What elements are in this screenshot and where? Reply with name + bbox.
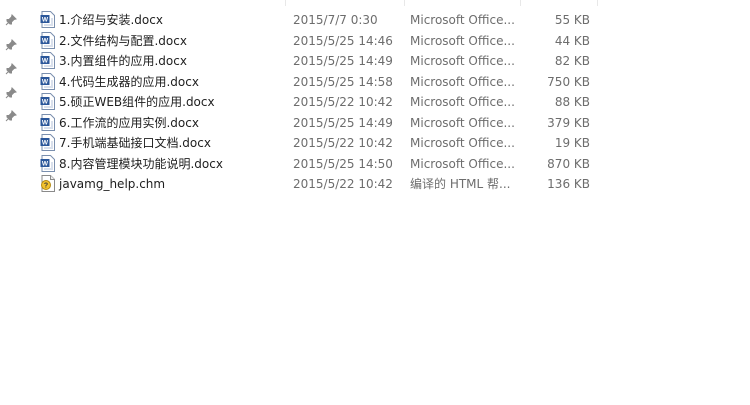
file-date: 2015/5/22 10:42 (293, 95, 393, 109)
word-doc-icon: W (40, 93, 55, 110)
file-type: Microsoft Office... (410, 156, 515, 171)
file-type: Microsoft Office... (410, 95, 515, 109)
file-date: 2015/7/7 0:30 (293, 13, 378, 27)
file-row[interactable]: W 1.介绍与安装.docx 2015/7/7 0:30 Microsoft O… (0, 10, 750, 31)
column-divider[interactable] (285, 0, 286, 6)
word-doc-icon: W (40, 154, 55, 172)
svg-text:W: W (42, 160, 49, 167)
file-size: 19 KB (554, 136, 590, 150)
file-type: Microsoft Office... (410, 33, 515, 48)
file-name: 6.工作流的应用实例.docx (59, 115, 199, 130)
file-date: 2015/5/22 10:42 (293, 136, 393, 150)
file-type: Microsoft Office... (410, 74, 515, 89)
svg-text:?: ? (44, 183, 48, 190)
column-divider[interactable] (597, 0, 598, 6)
file-type: Microsoft Office... (410, 13, 515, 27)
file-size: 136 KB (547, 177, 590, 191)
file-list: W 1.介绍与安装.docx 2015/7/7 0:30 Microsoft O… (0, 10, 750, 195)
file-type: 编译的 HTML 帮... (410, 177, 511, 191)
svg-text:W: W (42, 58, 49, 65)
file-type: Microsoft Office... (410, 54, 515, 68)
svg-text:W: W (42, 37, 49, 44)
file-date: 2015/5/25 14:49 (293, 115, 393, 130)
word-doc-icon: W (40, 113, 55, 131)
file-name: 5.硕正WEB组件的应用.docx (59, 95, 215, 109)
file-row[interactable]: W 4.代码生成器的应用.docx 2015/5/25 14:58 Micros… (0, 72, 750, 93)
file-name: 1.介绍与安装.docx (59, 13, 163, 27)
file-name: 2.文件结构与配置.docx (59, 33, 187, 48)
file-name: 4.代码生成器的应用.docx (59, 74, 199, 89)
file-size: 44 KB (554, 33, 590, 48)
svg-text:W: W (42, 78, 49, 85)
file-size: 750 KB (547, 74, 590, 89)
file-size: 870 KB (547, 156, 590, 171)
file-date: 2015/5/25 14:50 (293, 156, 393, 171)
file-row[interactable]: W 3.内置组件的应用.docx 2015/5/25 14:49 Microso… (0, 51, 750, 72)
file-date: 2015/5/25 14:49 (293, 54, 393, 68)
file-type: Microsoft Office... (410, 115, 515, 130)
file-size: 88 KB (554, 95, 590, 109)
file-row[interactable]: W 6.工作流的应用实例.docx 2015/5/25 14:49 Micros… (0, 113, 750, 134)
column-divider[interactable] (404, 0, 405, 6)
file-date: 2015/5/22 10:42 (293, 177, 393, 191)
word-doc-icon: W (40, 72, 55, 90)
svg-text:W: W (42, 140, 49, 147)
file-row[interactable]: ? javamg_help.chm 2015/5/22 10:42 编译的 HT… (0, 174, 750, 195)
column-divider[interactable] (520, 0, 521, 6)
file-name: javamg_help.chm (59, 177, 166, 191)
word-doc-icon: W (40, 11, 55, 28)
file-type: Microsoft Office... (410, 136, 515, 150)
file-row[interactable]: W 7.手机端基础接口文档.docx 2015/5/22 10:42 Micro… (0, 133, 750, 154)
file-size: 55 KB (554, 13, 590, 27)
file-name: 8.内容管理模块功能说明.docx (59, 156, 223, 171)
file-size: 379 KB (547, 115, 590, 130)
word-doc-icon: W (40, 31, 55, 49)
file-name: 3.内置组件的应用.docx (59, 54, 187, 68)
file-date: 2015/5/25 14:58 (293, 74, 393, 89)
file-date: 2015/5/25 14:46 (293, 33, 393, 48)
file-size: 82 KB (554, 54, 590, 68)
file-row[interactable]: W 5.硕正WEB组件的应用.docx 2015/5/22 10:42 Micr… (0, 92, 750, 113)
file-row[interactable]: W 8.内容管理模块功能说明.docx 2015/5/25 14:50 Micr… (0, 154, 750, 175)
chm-help-icon: ? (41, 175, 55, 192)
word-doc-icon: W (40, 134, 55, 151)
svg-text:W: W (42, 119, 49, 126)
file-name: 7.手机端基础接口文档.docx (59, 136, 211, 150)
svg-text:W: W (42, 17, 49, 24)
svg-text:W: W (42, 99, 49, 106)
word-doc-icon: W (40, 52, 55, 69)
file-row[interactable]: W 2.文件结构与配置.docx 2015/5/25 14:46 Microso… (0, 31, 750, 52)
